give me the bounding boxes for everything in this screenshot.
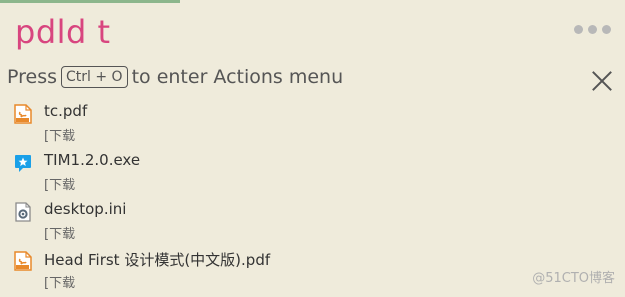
hint-shortcut-key: Ctrl + O (61, 66, 128, 88)
watermark: @51CTO博客 (532, 271, 615, 286)
result-item[interactable]: tc.pdf 下载 (0, 101, 625, 150)
result-action[interactable]: 下载 (44, 223, 75, 242)
settings-file-icon (15, 202, 31, 222)
pdf-file-icon (14, 251, 32, 271)
close-icon[interactable] (591, 70, 613, 92)
actions-hint: Press Ctrl + O to enter Actions menu (7, 66, 343, 88)
more-options-icon[interactable] (574, 25, 611, 34)
result-item[interactable]: TIM1.2.0.exe 下载 (0, 150, 625, 199)
dot (602, 25, 611, 34)
top-edge-strip (0, 0, 180, 3)
hint-prefix: Press (7, 66, 58, 88)
result-action[interactable]: 下载 (44, 125, 75, 144)
result-name: Head First 设计模式(中文版).pdf (44, 251, 271, 269)
dot (588, 25, 597, 34)
search-query[interactable]: pdld t (15, 10, 111, 54)
result-name: tc.pdf (44, 102, 88, 120)
result-item[interactable]: desktop.ini 下载 (0, 199, 625, 248)
tim-app-icon (15, 155, 31, 172)
pdf-file-icon (14, 104, 32, 124)
dot (574, 25, 583, 34)
result-action[interactable]: 下载 (44, 174, 75, 193)
hint-suffix: to enter Actions menu (131, 66, 344, 88)
result-name: desktop.ini (44, 200, 127, 218)
result-action[interactable]: 下载 (44, 272, 75, 291)
result-name: TIM1.2.0.exe (44, 151, 141, 169)
